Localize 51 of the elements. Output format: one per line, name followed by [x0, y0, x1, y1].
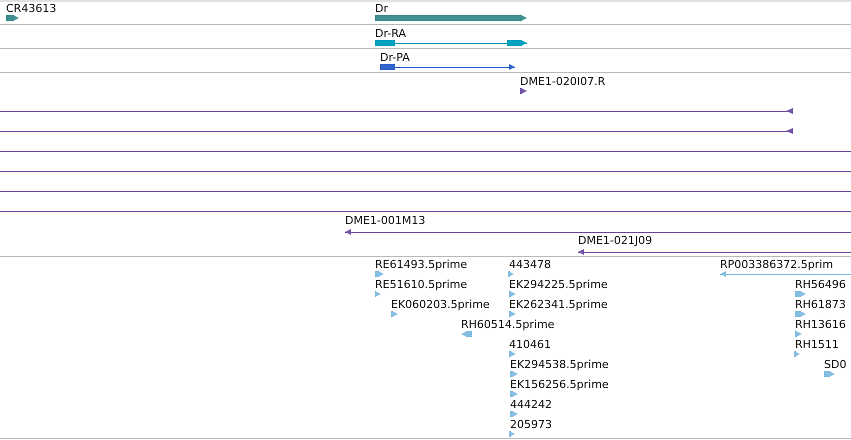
est-feature-glyph[interactable] — [509, 351, 516, 357]
gene-feature-glyph[interactable] — [6, 15, 19, 21]
est-feature-glyph[interactable] — [510, 391, 518, 397]
est-feature-glyph[interactable] — [795, 311, 806, 317]
clone-feature-glyph[interactable] — [344, 229, 851, 235]
feature-label[interactable]: RH61873 — [795, 298, 846, 311]
feature-label[interactable]: CR43613 — [6, 2, 56, 15]
est-feature-glyph[interactable] — [795, 331, 802, 337]
feature-label[interactable]: RH56496 — [795, 278, 846, 291]
est-feature-glyph[interactable] — [509, 291, 516, 297]
clone-feature-glyph[interactable] — [520, 88, 527, 94]
est-feature-glyph[interactable] — [510, 411, 518, 417]
transcript-feature-glyph[interactable] — [380, 64, 516, 70]
feature-label[interactable]: Dr — [375, 2, 388, 15]
clone-feature-glyph[interactable] — [578, 249, 851, 255]
feature-label[interactable]: 444242 — [510, 398, 552, 411]
est-feature-glyph[interactable] — [509, 431, 515, 437]
est-feature-glyph[interactable] — [509, 311, 516, 317]
feature-label[interactable]: RE61493.5prime — [375, 258, 468, 271]
est-feature-glyph[interactable] — [461, 331, 472, 337]
feature-label[interactable]: SD0 — [824, 358, 846, 371]
feature-label[interactable]: EK060203.5prime — [391, 298, 490, 311]
feature-label[interactable]: Dr-PA — [380, 51, 410, 64]
est-feature-glyph[interactable] — [510, 371, 518, 377]
feature-label[interactable]: RP003386372.5prim — [720, 258, 834, 271]
clone-feature-glyph[interactable] — [0, 128, 794, 134]
est-feature-glyph[interactable] — [375, 271, 384, 277]
est-feature-glyph[interactable] — [508, 271, 514, 277]
est-feature-glyph[interactable] — [720, 271, 851, 277]
est-feature-glyph[interactable] — [391, 311, 398, 317]
feature-label[interactable]: 443478 — [509, 258, 551, 271]
est-feature-glyph[interactable] — [375, 291, 381, 297]
feature-label[interactable]: 410461 — [509, 338, 551, 351]
transcript-feature-glyph[interactable] — [374, 40, 528, 46]
feature-label[interactable]: Dr-RA — [375, 27, 406, 40]
feature-label[interactable]: RE51610.5prime — [375, 278, 468, 291]
feature-label[interactable]: EK294225.5prime — [509, 278, 608, 291]
feature-label[interactable]: DME1-020I07.R — [520, 75, 606, 88]
est-feature-glyph[interactable] — [795, 291, 806, 297]
feature-label[interactable]: EK294538.5prime — [510, 358, 609, 371]
feature-label[interactable]: RH1511 — [795, 338, 839, 351]
clone-feature-glyph[interactable] — [0, 108, 794, 114]
feature-label[interactable]: RH13616 — [795, 318, 846, 331]
feature-label[interactable]: DME1-021J09 — [578, 234, 652, 247]
est-feature-glyph[interactable] — [824, 371, 835, 377]
feature-label[interactable]: EK156256.5prime — [510, 378, 609, 391]
feature-label[interactable]: EK262341.5prime — [509, 298, 608, 311]
feature-label[interactable]: DME1-001M13 — [345, 214, 426, 227]
feature-label[interactable]: RH60514.5prime — [461, 318, 554, 331]
feature-label[interactable]: 205973 — [510, 418, 552, 431]
est-feature-glyph[interactable] — [794, 351, 800, 357]
